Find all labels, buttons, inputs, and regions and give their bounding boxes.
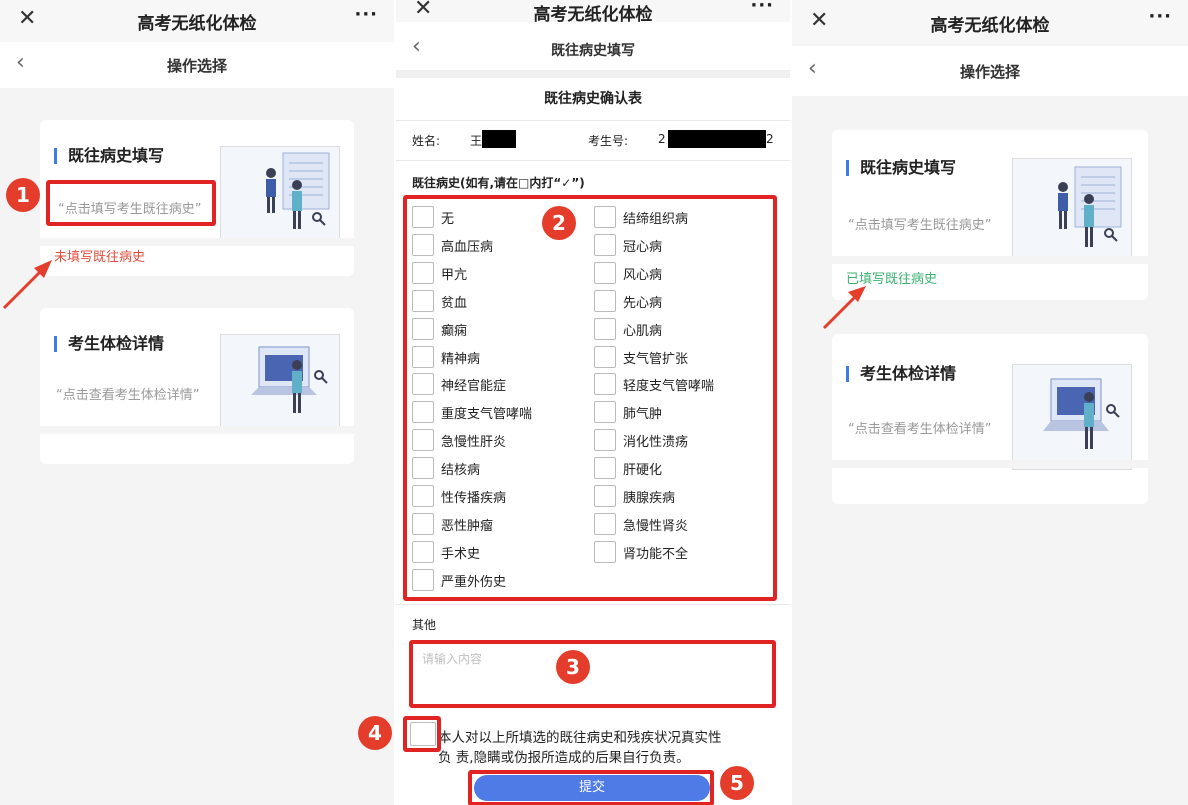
card-separator [40, 238, 354, 246]
card-separator [40, 426, 354, 434]
divider [396, 120, 790, 121]
nav-title: 既往病史填写 [551, 43, 635, 59]
app-title: 高考无纸化体检 [137, 14, 257, 34]
step-badge-2: 2 [542, 206, 576, 240]
screen-operation-select-before: ✕ 高考无纸化体检 ··· ‹ 操作选择 既往病史填写 “点击填写考生既往病史” [0, 0, 394, 805]
exam-details-card[interactable]: 考生体检详情 “点击查看考生体检详情” [40, 308, 354, 464]
exam-number-end: 2 [766, 132, 774, 146]
doctors-board-illustration [266, 152, 330, 229]
more-icon[interactable]: ··· [750, 0, 774, 16]
annotation-box-1 [46, 180, 216, 226]
annotation-box-5 [468, 770, 714, 805]
step-badge-5: 5 [720, 766, 754, 800]
card-separator [832, 460, 1148, 468]
screen-medical-history-form: ✕ 高考无纸化体检 ··· ‹ 既往病史填写 既往病史确认表 姓名: 王 考生号… [396, 0, 790, 805]
nav-title: 操作选择 [166, 57, 227, 75]
card-description: “点击查看考生体检详情” [848, 422, 992, 437]
step-badge-1: 1 [6, 178, 40, 212]
screen-operation-select-after: ✕ 高考无纸化体检 ··· ‹ 操作选择 既往病史填写 “点击填写考生既往病史” [792, 0, 1188, 805]
more-icon[interactable]: ··· [354, 4, 378, 25]
divider [396, 160, 790, 161]
nav-bar: ‹ 既往病史填写 [396, 26, 790, 70]
card-title: 既往病史填写 [54, 148, 164, 164]
arrow-icon [2, 260, 52, 310]
nav-bar: ‹ 操作选择 [0, 42, 394, 88]
step-badge-4: 4 [358, 716, 392, 750]
annotation-box-2 [403, 195, 777, 601]
declaration-text-line1: 本人对以上所填选的既往病史和残疾状况真实性 [438, 730, 722, 746]
app-title: 高考无纸化体检 [533, 5, 653, 25]
other-label: 其他 [412, 618, 437, 632]
nav-title: 操作选择 [959, 63, 1020, 81]
name-label: 姓名: [412, 134, 441, 148]
card-title: 考生体检详情 [846, 366, 956, 382]
more-icon[interactable]: ··· [1148, 6, 1172, 27]
card-description: “点击填写考生既往病史” [848, 218, 992, 233]
medical-history-illustration [220, 146, 340, 244]
app-topbar: ✕ 高考无纸化体检 ··· [0, 0, 394, 42]
step-badge-3: 3 [556, 650, 590, 684]
form-title: 既往病史确认表 [544, 91, 642, 107]
exam-number-start: 2 [658, 132, 666, 146]
app-title: 高考无纸化体检 [930, 16, 1050, 36]
nav-bar: ‹ 操作选择 [792, 46, 1188, 96]
card-description: “点击查看考生体检详情” [56, 388, 200, 403]
app-topbar: ✕ 高考无纸化体检 ··· [792, 0, 1188, 44]
card-title: 考生体检详情 [54, 336, 164, 352]
redaction-block [668, 130, 766, 148]
exam-details-illustration [220, 334, 340, 432]
history-label: 既往病史(如有,请在□内打“✓”) [412, 176, 585, 190]
card-separator [832, 256, 1148, 264]
status-not-filled: 未填写既往病史 [54, 250, 146, 265]
arrow-icon [822, 286, 866, 330]
app-topbar: ✕ 高考无纸化体检 ··· [396, 0, 790, 25]
exam-details-illustration [1012, 364, 1132, 470]
divider [396, 604, 790, 605]
annotation-box-4 [403, 716, 441, 752]
redaction-block [482, 130, 516, 148]
exam-number-label: 考生号: [588, 134, 629, 148]
laptop-illustration [251, 346, 328, 413]
exam-details-card[interactable]: 考生体检详情 “点击查看考生体检详情” [832, 334, 1148, 504]
name-value: 王 [470, 134, 483, 148]
medical-history-illustration [1012, 158, 1132, 264]
card-title: 既往病史填写 [846, 160, 956, 176]
laptop-illustration [1043, 378, 1120, 449]
section-gap [396, 70, 790, 78]
declaration-text-line2: 负 责,隐瞒或伪报所造成的后果自行负责。 [438, 750, 690, 766]
medical-history-card[interactable]: 既往病史填写 “点击填写考生既往病史” [832, 130, 1148, 300]
annotation-box-3 [409, 640, 776, 708]
doctors-board-illustration [1058, 166, 1122, 247]
